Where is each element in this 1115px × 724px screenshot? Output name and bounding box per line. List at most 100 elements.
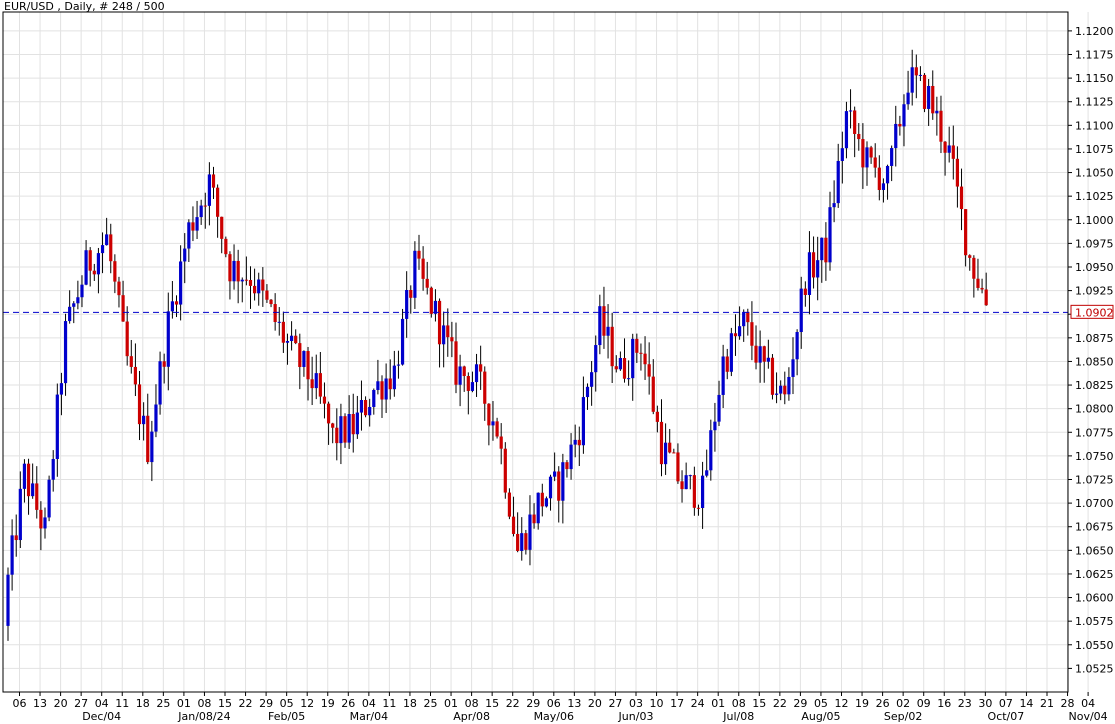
candle-body [80, 284, 84, 298]
x-day-label: 09 [917, 697, 931, 710]
candle-body [31, 483, 35, 497]
candle-body [877, 167, 881, 190]
candle-body [125, 321, 129, 357]
x-day-label: 08 [197, 697, 211, 710]
candle-body [910, 67, 914, 93]
candle-body [187, 222, 191, 249]
y-tick-label: 1.0725 [1075, 474, 1114, 487]
y-tick-label: 1.0575 [1075, 615, 1114, 628]
candle-body [803, 288, 807, 295]
candle-body [787, 376, 791, 395]
candle-body [437, 300, 442, 345]
candle-body [622, 357, 627, 379]
candle-body [277, 321, 281, 323]
candle-body [10, 535, 14, 575]
candle-body [273, 304, 277, 323]
chart-title: EUR/USD , Daily, # 248 / 500 [4, 0, 165, 13]
candle-body [791, 359, 795, 377]
candle-body [853, 110, 857, 134]
candle-body [766, 357, 770, 362]
candle-body [454, 341, 458, 385]
candle-body [154, 404, 158, 432]
candle-body [150, 431, 154, 463]
candle-body [692, 475, 696, 508]
x-day-label: 26 [341, 697, 355, 710]
x-day-label: 28 [1061, 697, 1075, 710]
candle-body [807, 252, 812, 295]
candle-body [474, 364, 479, 383]
candle-body [479, 364, 483, 372]
candle-body [824, 237, 828, 263]
candle-body [466, 376, 470, 391]
candle-body [848, 110, 853, 112]
x-day-label: 05 [814, 697, 828, 710]
candle-body [659, 421, 664, 465]
y-tick-label: 1.1075 [1075, 143, 1114, 156]
candle-body [51, 458, 55, 480]
x-day-label: 11 [115, 697, 129, 710]
candle-body [442, 325, 446, 345]
x-day-label: 05 [280, 697, 294, 710]
y-tick-label: 1.0700 [1075, 497, 1114, 510]
candle-body [737, 326, 742, 337]
x-day-label: 29 [793, 697, 807, 710]
candle-body [918, 74, 923, 76]
candle-body [326, 403, 331, 424]
candle-body [713, 421, 717, 431]
candle-body [285, 341, 290, 343]
candle-body [170, 301, 174, 312]
candle-body [405, 289, 409, 319]
candle-body [487, 403, 491, 426]
x-day-label: 07 [999, 697, 1013, 710]
candle-body [651, 376, 655, 412]
candle-body [376, 381, 380, 390]
x-day-label: 19 [321, 697, 335, 710]
candle-body [680, 481, 684, 490]
y-tick-label: 1.0650 [1075, 544, 1114, 557]
candle-body [639, 352, 643, 354]
x-day-label: 15 [218, 697, 232, 710]
y-tick-label: 1.0525 [1075, 662, 1114, 675]
candle-body [548, 476, 553, 499]
candle-body [943, 141, 947, 153]
candle-body [100, 245, 105, 254]
candle-body [55, 394, 59, 459]
candle-body [569, 444, 573, 470]
candle-body [750, 322, 754, 346]
candle-body [105, 234, 109, 246]
candle-body [142, 415, 146, 425]
candle-body [939, 110, 943, 142]
x-day-label: 25 [156, 697, 170, 710]
x-day-label: 30 [978, 697, 992, 710]
candle-body [314, 373, 318, 389]
candle-body [121, 295, 125, 322]
candle-body [281, 321, 285, 343]
candle-body [602, 306, 606, 336]
chart-grid [3, 12, 1089, 692]
candle-body [458, 366, 462, 385]
candle-body [832, 203, 836, 208]
y-tick-label: 1.1050 [1075, 167, 1114, 180]
y-tick-label: 1.0850 [1075, 355, 1114, 368]
candle-body [43, 517, 47, 529]
candle-body [762, 346, 766, 362]
x-day-label: 12 [835, 697, 849, 710]
candle-body [211, 174, 216, 188]
candle-body [322, 396, 327, 404]
x-day-label: 08 [732, 697, 746, 710]
candle-body [257, 279, 261, 294]
candle-body [717, 394, 721, 422]
candle-body [96, 253, 101, 275]
candle-body [425, 278, 429, 288]
candle-body [84, 250, 88, 285]
candle-body [76, 297, 80, 304]
candle-body [984, 289, 988, 306]
candle-body [927, 85, 931, 109]
candle-body [873, 157, 877, 168]
candle-body [528, 514, 532, 550]
candle-body [491, 421, 495, 426]
y-tick-label: 1.0550 [1075, 639, 1114, 652]
candle-body [705, 470, 709, 476]
candle-body [959, 186, 964, 210]
y-tick-label: 1.0625 [1075, 568, 1114, 581]
